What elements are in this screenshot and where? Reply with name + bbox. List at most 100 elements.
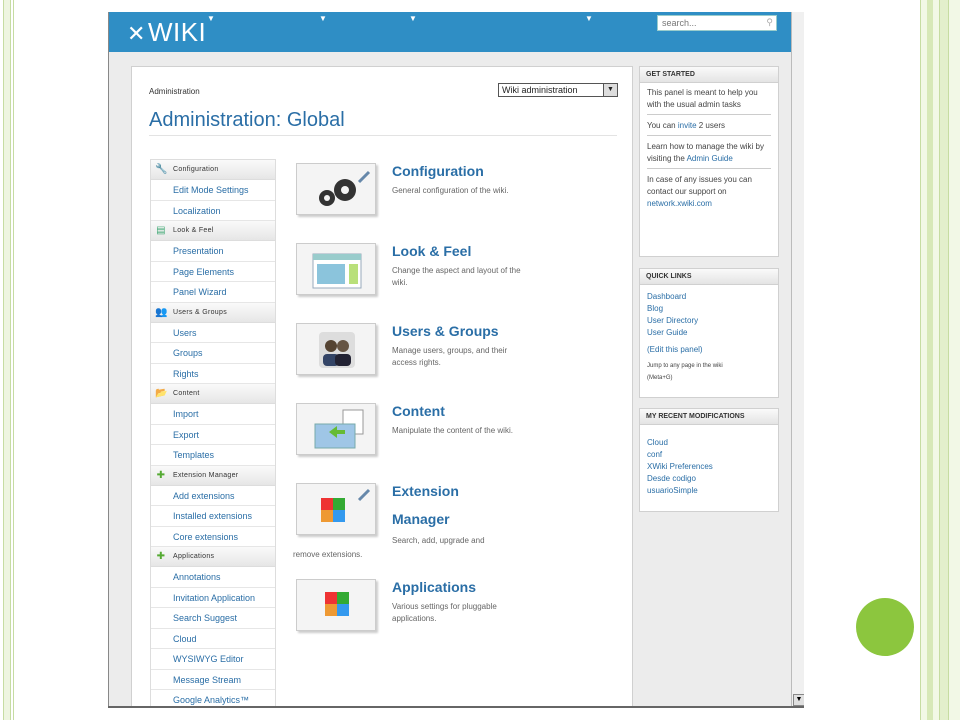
menu-category-look-feel[interactable]: ▤ Look & Feel [151, 221, 275, 241]
puzzle-icon: ✚ [156, 551, 166, 562]
palette-icon: ▤ [156, 225, 166, 236]
section-title-continued[interactable]: Manager [392, 511, 450, 527]
section-description: Various settings for pluggable applicati… [392, 602, 497, 623]
recent-link-desde-codigo[interactable]: Desde codigo [647, 473, 771, 485]
users-icon[interactable] [296, 323, 376, 375]
recent-link-conf[interactable]: conf [647, 449, 771, 461]
admin-menu: 🔧 Configuration Edit Mode Settings Locali… [150, 159, 276, 708]
recent-link-usuario-simple[interactable]: usuarioSimple [647, 485, 771, 497]
menu-item-localization[interactable]: Localization [151, 200, 275, 221]
green-circle-decoration [856, 598, 914, 656]
layout-icon[interactable] [296, 243, 376, 295]
menu-item-import[interactable]: Import [151, 404, 275, 425]
menu-item-users[interactable]: Users [151, 322, 275, 343]
puzzle-icon: ✚ [156, 469, 166, 481]
xwiki-screenshot: ✕WIKI ▼ ▼ ▼ ▼ search... ⚲ Administration … [108, 12, 804, 708]
wiki-admin-select[interactable]: Wiki administration ▼ [498, 83, 618, 97]
panel-quick-links: QUICK LINKS Dashboard Blog User Director… [639, 268, 779, 398]
section-look-feel: Look & Feel Change the aspect and layout… [294, 243, 624, 303]
section-title[interactable]: Extension [392, 483, 459, 499]
section-title[interactable]: Applications [392, 579, 476, 595]
menu-item-installed-extensions[interactable]: Installed extensions [151, 506, 275, 527]
recent-link-cloud[interactable]: Cloud [647, 437, 771, 449]
menu-item-groups[interactable]: Groups [151, 343, 275, 364]
search-icon[interactable]: ⚲ [766, 17, 773, 28]
menu-category-content[interactable]: 📂 Content [151, 384, 275, 404]
panel-title: QUICK LINKS [640, 269, 778, 285]
invite-link[interactable]: invite [678, 121, 697, 130]
slide-left-border [0, 0, 14, 720]
section-title[interactable]: Content [392, 403, 445, 419]
menu-category-users-groups[interactable]: 👥 Users & Groups [151, 302, 275, 323]
slide: ✕WIKI ▼ ▼ ▼ ▼ search... ⚲ Administration … [0, 0, 960, 720]
menu-category-extension-manager[interactable]: ✚ Extension Manager [151, 465, 275, 486]
puzzle-icon[interactable] [296, 579, 376, 631]
section-title[interactable]: Users & Groups [392, 323, 499, 339]
section-description: Manipulate the content of the wiki. [392, 426, 513, 435]
section-title[interactable]: Configuration [392, 163, 484, 179]
menu-item-core-extensions[interactable]: Core extensions [151, 526, 275, 547]
menu-item-add-extensions[interactable]: Add extensions [151, 485, 275, 506]
scroll-down-icon[interactable]: ▼ [793, 694, 804, 706]
menu-dropdown-icon[interactable]: ▼ [409, 14, 417, 23]
menu-item-presentation[interactable]: Presentation [151, 241, 275, 262]
edit-panel-link[interactable]: (Edit this panel) [647, 344, 771, 356]
section-users-groups: Users & Groups Manage users, groups, and… [294, 323, 624, 383]
menu-item-templates[interactable]: Templates [151, 445, 275, 466]
xwiki-logo[interactable]: ✕WIKI [127, 17, 206, 48]
vertical-scrollbar[interactable]: ▼ [791, 12, 804, 708]
screenshot-bottom-edge [108, 706, 804, 708]
section-applications: Applications Various settings for plugga… [294, 579, 624, 639]
gears-icon[interactable] [296, 163, 376, 215]
menu-item-wysiwyg-editor[interactable]: WYSIWYG Editor [151, 649, 275, 670]
menu-category-applications[interactable]: ✚ Applications [151, 547, 275, 567]
puzzle-icon[interactable] [296, 483, 376, 535]
section-description: General configuration of the wiki. [392, 186, 509, 195]
quick-link-user-guide[interactable]: User Guide [647, 327, 771, 339]
chevron-down-icon[interactable]: ▼ [603, 84, 617, 96]
quick-link-blog[interactable]: Blog [647, 303, 771, 315]
support-link[interactable]: network.xwiki.com [647, 199, 712, 208]
invite-text: You can invite 2 users [647, 121, 725, 130]
search-input[interactable]: search... ⚲ [657, 15, 777, 31]
section-description: Change the aspect and layout of the wiki… [392, 266, 521, 287]
quick-link-dashboard[interactable]: Dashboard [647, 291, 771, 303]
menu-item-export[interactable]: Export [151, 424, 275, 445]
panel-title: GET STARTED [640, 67, 778, 83]
jump-shortcut: (Meta+G) [647, 375, 673, 381]
menu-dropdown-icon[interactable]: ▼ [319, 14, 327, 23]
menu-item-panel-wizard[interactable]: Panel Wizard [151, 282, 275, 303]
breadcrumb[interactable]: Administration [149, 87, 200, 96]
quick-link-user-directory[interactable]: User Directory [647, 315, 771, 327]
section-description: Manage users, groups, and their access r… [392, 346, 508, 367]
page-title: Administration: Global [149, 109, 345, 131]
menu-item-search-suggest[interactable]: Search Suggest [151, 608, 275, 629]
jump-hint: Jump to any page in the wiki [647, 363, 723, 369]
folder-icon: 📂 [155, 388, 168, 399]
slide-divider [920, 0, 921, 720]
menu-item-cloud[interactable]: Cloud [151, 628, 275, 649]
slide-right-border [920, 0, 960, 720]
menu-item-edit-mode-settings[interactable]: Edit Mode Settings [151, 180, 275, 201]
panel-title: MY RECENT MODIFICATIONS [640, 409, 778, 425]
admin-guide-link[interactable]: Admin Guide [687, 154, 733, 163]
folder-icon[interactable] [296, 403, 376, 455]
menu-category-configuration[interactable]: 🔧 Configuration [151, 160, 275, 180]
users-icon: 👥 [155, 306, 168, 318]
menu-item-page-elements[interactable]: Page Elements [151, 261, 275, 282]
panel-intro: This panel is meant to help you with the… [647, 88, 758, 109]
section-description-continued: remove extensions. [293, 550, 363, 559]
menu-item-message-stream[interactable]: Message Stream [151, 669, 275, 690]
section-extension-manager: Extension Manager Search, add, upgrade a… [293, 483, 624, 563]
title-divider [149, 135, 617, 136]
menu-item-annotations[interactable]: Annotations [151, 567, 275, 588]
menu-dropdown-icon[interactable]: ▼ [585, 14, 593, 23]
wrench-icon: 🔧 [155, 164, 168, 175]
menu-item-invitation-application[interactable]: Invitation Application [151, 587, 275, 608]
section-title[interactable]: Look & Feel [392, 243, 471, 259]
panel-get-started: GET STARTED This panel is meant to help … [639, 66, 779, 257]
section-configuration: Configuration General configuration of t… [294, 163, 624, 223]
menu-dropdown-icon[interactable]: ▼ [207, 14, 215, 23]
recent-link-xwiki-preferences[interactable]: XWiki Preferences [647, 461, 771, 473]
menu-item-rights[interactable]: Rights [151, 363, 275, 384]
